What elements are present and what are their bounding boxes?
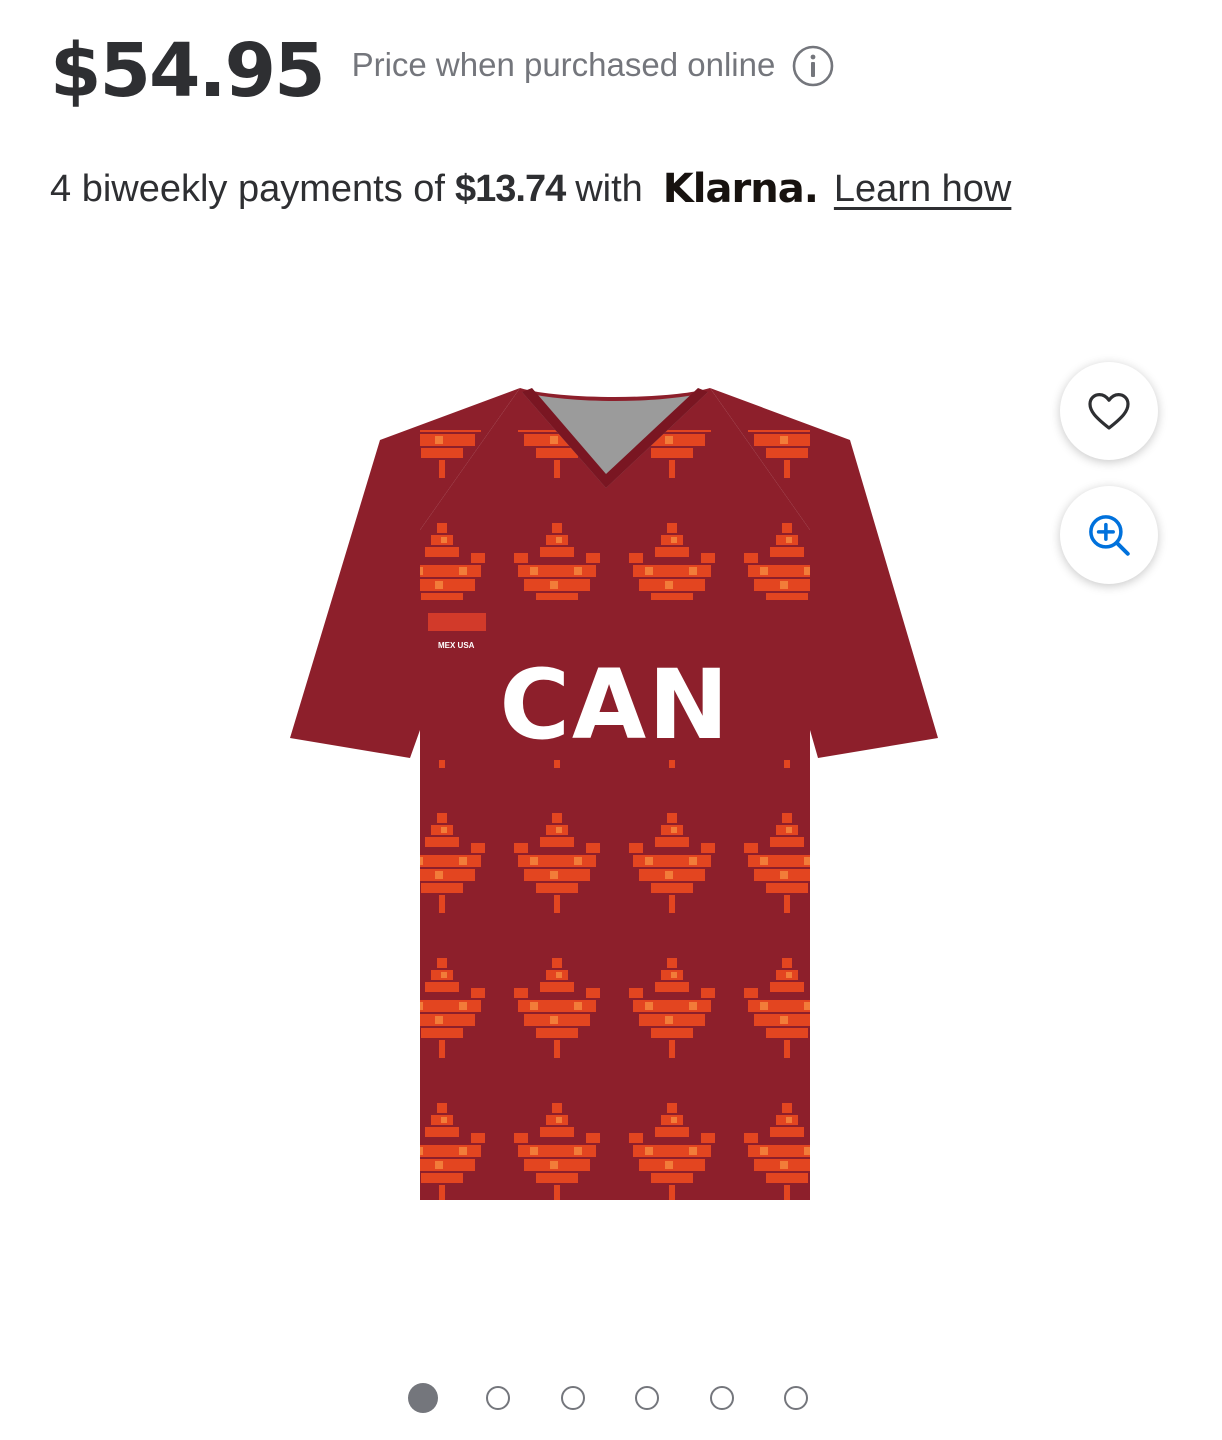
jersey-text: CAN — [499, 649, 730, 761]
price-note: Price when purchased online — [351, 46, 776, 83]
zoom-in-icon — [1089, 515, 1130, 556]
klarna-prefix: 4 biweekly payments of — [50, 167, 445, 210]
price: $54.95 — [50, 28, 326, 114]
info-icon[interactable] — [791, 44, 835, 88]
carousel-dot[interactable] — [635, 1386, 659, 1410]
carousel-dot-active[interactable] — [408, 1383, 438, 1413]
klarna-logo: Klarna. — [662, 166, 819, 212]
carousel-dots — [408, 1383, 859, 1413]
learn-how-link[interactable]: Learn how — [834, 168, 1011, 211]
zoom-button[interactable] — [1060, 486, 1158, 584]
carousel-dot[interactable] — [560, 1386, 585, 1410]
heart-icon — [1088, 393, 1130, 430]
carousel-dot[interactable] — [486, 1386, 510, 1410]
klarna-amount: $13.74 — [454, 167, 566, 210]
carousel-dot[interactable] — [709, 1386, 734, 1410]
product-image[interactable]: MEX USA CAN — [270, 370, 960, 1230]
price-row: $54.95 Price when purchased online — [50, 28, 835, 114]
klarna-payment-row: 4 biweekly payments of $13.74 with Klarn… — [50, 166, 1011, 212]
jersey-badge-text: MEX USA — [438, 641, 475, 650]
favorite-button[interactable] — [1060, 362, 1158, 460]
carousel-dot[interactable] — [784, 1386, 808, 1410]
klarna-with: with — [575, 167, 643, 210]
